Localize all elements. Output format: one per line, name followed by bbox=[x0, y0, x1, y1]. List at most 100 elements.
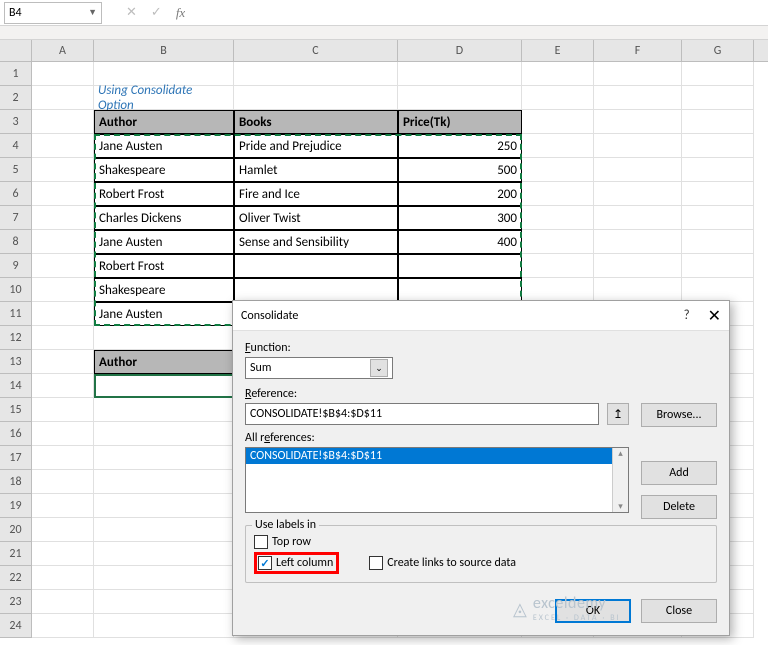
cancel-icon[interactable]: ✕ bbox=[126, 5, 137, 20]
table-header-author[interactable]: Author bbox=[94, 110, 234, 134]
scroll-down-icon[interactable]: ▾ bbox=[618, 501, 623, 512]
enter-icon[interactable]: ✓ bbox=[151, 5, 162, 20]
row-header[interactable]: 7 bbox=[0, 206, 32, 230]
cell[interactable] bbox=[32, 86, 94, 110]
col-header-B[interactable]: B bbox=[94, 40, 234, 61]
row-header[interactable]: 2 bbox=[0, 86, 32, 110]
cell[interactable] bbox=[32, 134, 94, 158]
cell[interactable] bbox=[94, 326, 234, 350]
cell[interactable] bbox=[682, 134, 754, 158]
help-icon[interactable]: ? bbox=[684, 308, 690, 323]
table-cell[interactable]: 250 bbox=[398, 134, 522, 158]
cell-active[interactable] bbox=[94, 374, 234, 398]
table-cell[interactable]: Shakespeare bbox=[94, 278, 234, 302]
row-header[interactable]: 9 bbox=[0, 254, 32, 278]
cell[interactable] bbox=[594, 182, 682, 206]
all-references-list[interactable]: CONSOLIDATE!$B$4:$D$11 ▴▾ bbox=[245, 447, 629, 513]
cell[interactable] bbox=[682, 86, 754, 110]
row-header[interactable]: 22 bbox=[0, 566, 32, 590]
cell[interactable] bbox=[32, 614, 94, 638]
cell[interactable] bbox=[32, 278, 94, 302]
row-header[interactable]: 17 bbox=[0, 446, 32, 470]
table-cell[interactable]: Jane Austen bbox=[94, 134, 234, 158]
table-cell[interactable]: Robert Frost bbox=[94, 254, 234, 278]
cell[interactable] bbox=[594, 134, 682, 158]
cell[interactable] bbox=[32, 542, 94, 566]
cell[interactable] bbox=[32, 590, 94, 614]
cell[interactable] bbox=[594, 62, 682, 86]
cell[interactable] bbox=[522, 62, 594, 86]
cell[interactable] bbox=[522, 86, 594, 110]
cell[interactable] bbox=[234, 86, 398, 110]
cell[interactable] bbox=[94, 494, 234, 518]
function-select[interactable]: Sum ⌄ bbox=[245, 357, 393, 379]
table-cell[interactable] bbox=[234, 278, 398, 302]
cell[interactable] bbox=[522, 254, 594, 278]
cell[interactable] bbox=[682, 206, 754, 230]
col-header-F[interactable]: F bbox=[594, 40, 682, 61]
title-cell[interactable]: Using Consolidate Option bbox=[94, 86, 234, 110]
table-header-books[interactable]: Books bbox=[234, 110, 398, 134]
table-cell[interactable]: 300 bbox=[398, 206, 522, 230]
chevron-down-icon[interactable]: ⌄ bbox=[370, 359, 388, 377]
select-all-corner[interactable] bbox=[0, 40, 32, 61]
cell[interactable] bbox=[398, 62, 522, 86]
cell[interactable] bbox=[32, 518, 94, 542]
cell[interactable] bbox=[32, 158, 94, 182]
cell[interactable] bbox=[594, 206, 682, 230]
row-header[interactable]: 3 bbox=[0, 110, 32, 134]
cell[interactable] bbox=[32, 446, 94, 470]
browse-button[interactable]: Browse... bbox=[641, 403, 717, 427]
col-header-E[interactable]: E bbox=[522, 40, 594, 61]
table-cell[interactable]: Robert Frost bbox=[94, 182, 234, 206]
table-cell[interactable] bbox=[234, 254, 398, 278]
row-header[interactable]: 13 bbox=[0, 350, 32, 374]
scrollbar[interactable]: ▴▾ bbox=[612, 448, 628, 512]
cell[interactable] bbox=[32, 206, 94, 230]
fx-icon[interactable]: fx bbox=[176, 5, 185, 21]
name-box[interactable]: B4 ▼ bbox=[4, 2, 102, 24]
col-header-C[interactable]: C bbox=[234, 40, 398, 61]
cell[interactable] bbox=[32, 254, 94, 278]
row-header[interactable]: 18 bbox=[0, 470, 32, 494]
col-header-A[interactable]: A bbox=[32, 40, 94, 61]
cell[interactable] bbox=[32, 110, 94, 134]
table-cell[interactable]: Pride and Prejudice bbox=[234, 134, 398, 158]
table-cell[interactable] bbox=[398, 278, 522, 302]
cell[interactable] bbox=[32, 350, 94, 374]
cell[interactable] bbox=[94, 422, 234, 446]
cell[interactable] bbox=[522, 110, 594, 134]
cell[interactable] bbox=[94, 518, 234, 542]
create-links-checkbox[interactable] bbox=[369, 556, 383, 570]
cell[interactable] bbox=[522, 134, 594, 158]
cell[interactable] bbox=[94, 590, 234, 614]
table-cell[interactable]: 400 bbox=[398, 230, 522, 254]
row-header[interactable]: 11 bbox=[0, 302, 32, 326]
cell[interactable] bbox=[234, 62, 398, 86]
cell[interactable] bbox=[682, 62, 754, 86]
close-icon[interactable]: ✕ bbox=[708, 306, 721, 326]
row-header[interactable]: 20 bbox=[0, 518, 32, 542]
cell[interactable] bbox=[682, 230, 754, 254]
cell[interactable] bbox=[522, 230, 594, 254]
row-header[interactable]: 14 bbox=[0, 374, 32, 398]
cell[interactable] bbox=[594, 158, 682, 182]
cell[interactable] bbox=[682, 278, 754, 302]
cell[interactable] bbox=[398, 86, 522, 110]
cell[interactable] bbox=[594, 278, 682, 302]
cell[interactable] bbox=[594, 86, 682, 110]
ok-button[interactable]: OK bbox=[555, 599, 631, 623]
cell[interactable] bbox=[682, 110, 754, 134]
cell[interactable] bbox=[32, 62, 94, 86]
row-header[interactable]: 15 bbox=[0, 398, 32, 422]
table-cell[interactable]: Oliver Twist bbox=[234, 206, 398, 230]
scroll-up-icon[interactable]: ▴ bbox=[618, 448, 623, 459]
cell[interactable] bbox=[32, 230, 94, 254]
top-row-checkbox[interactable] bbox=[254, 535, 268, 549]
col-header-G[interactable]: G bbox=[682, 40, 754, 61]
cell[interactable] bbox=[94, 446, 234, 470]
add-button[interactable]: Add bbox=[641, 461, 717, 485]
row-header[interactable]: 24 bbox=[0, 614, 32, 638]
row-header[interactable]: 10 bbox=[0, 278, 32, 302]
cell[interactable] bbox=[32, 422, 94, 446]
